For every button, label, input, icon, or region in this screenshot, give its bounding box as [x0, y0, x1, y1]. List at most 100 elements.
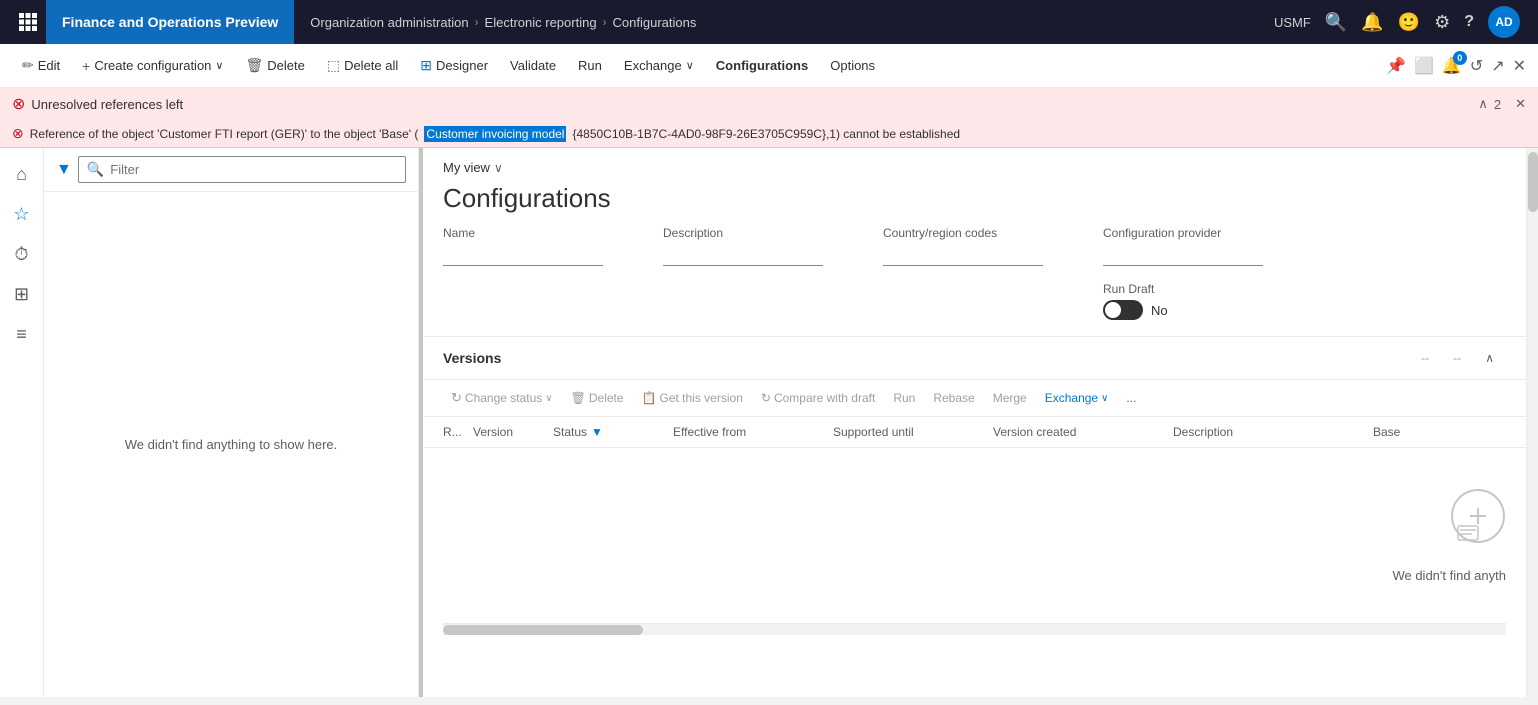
get-this-version-button[interactable]: 📋 Get this version	[634, 387, 751, 409]
view-selector[interactable]: My view ∨	[423, 148, 1526, 179]
versions-delete-button[interactable]: 🗑 Delete	[563, 387, 632, 409]
sidebar-favorite-icon[interactable]: ☆	[4, 196, 40, 232]
delete-all-button[interactable]: ⬚ Delete all	[317, 51, 408, 80]
designer-button[interactable]: ⊞ Designer	[410, 51, 498, 80]
help-icon[interactable]: ?	[1464, 13, 1474, 31]
error-highlight: Customer invoicing model	[424, 126, 566, 142]
create-chevron-icon: ∨	[215, 59, 223, 72]
col-header-description: Description	[1173, 425, 1373, 439]
left-panel-empty: We didn't find anything to show here.	[44, 192, 418, 697]
table-empty-state: We didn't find anyth	[423, 448, 1526, 623]
description-field: Description	[663, 226, 823, 320]
compare-icon: ↻	[761, 391, 771, 405]
close-panel-icon[interactable]: ✕	[1513, 56, 1526, 76]
bell-icon[interactable]: 🔔	[1361, 12, 1383, 33]
search-icon[interactable]: 🔍	[1325, 12, 1347, 33]
edit-button[interactable]: ✏ Edit	[12, 51, 70, 80]
config-provider-value[interactable]	[1103, 244, 1263, 266]
run-draft-container: Run Draft No	[1103, 282, 1263, 320]
waffle-menu-button[interactable]	[10, 0, 46, 44]
add-icon: +	[82, 58, 90, 74]
error-header-icon: ⊗	[12, 94, 25, 114]
versions-toolbar: ↻ Change status ∨ 🗑 Delete 📋 Get this ve…	[423, 380, 1526, 417]
filter-icon[interactable]: ▼	[56, 161, 72, 179]
col-header-version: Version	[473, 425, 553, 439]
search-input[interactable]	[110, 162, 397, 177]
config-provider-label: Configuration provider	[1103, 226, 1263, 240]
breadcrumb: Organization administration › Electronic…	[294, 15, 1274, 30]
settings-icon[interactable]: ⚙	[1434, 12, 1450, 33]
change-status-button[interactable]: ↻ Change status ∨	[443, 386, 561, 410]
country-region-label: Country/region codes	[883, 226, 1043, 240]
page-title: Configurations	[423, 179, 1526, 226]
error-collapse-button[interactable]: ∧	[1478, 96, 1488, 112]
toggle-no-label: No	[1151, 303, 1168, 318]
country-region-value[interactable]	[883, 244, 1043, 266]
versions-collapse-button[interactable]: ∧	[1477, 347, 1502, 369]
breadcrumb-org[interactable]: Organization administration	[310, 15, 468, 30]
col-header-created: Version created	[993, 425, 1173, 439]
versions-header-controls: -- -- ∧	[1413, 347, 1506, 369]
configurations-button[interactable]: Configurations	[706, 52, 818, 79]
expand-icon[interactable]: ⬜	[1414, 56, 1434, 76]
name-field: Name	[443, 226, 603, 320]
run-draft-label: Run Draft	[1103, 282, 1263, 296]
validate-button[interactable]: Validate	[500, 52, 566, 79]
compare-draft-button[interactable]: ↻ Compare with draft	[753, 387, 883, 409]
horizontal-scrollbar[interactable]	[443, 623, 1506, 635]
error-detail-suffix: {4850C10B-1B7C-4AD0-98F9-26E3705C959C},1…	[572, 127, 960, 141]
top-nav-bar: Finance and Operations Preview Organizat…	[0, 0, 1538, 44]
rebase-button[interactable]: Rebase	[925, 387, 982, 409]
versions-exchange-button[interactable]: Exchange ∨	[1037, 387, 1117, 409]
notification-count-icon[interactable]: 🔔 0	[1442, 55, 1462, 76]
exchange-button[interactable]: Exchange ∨	[614, 52, 704, 79]
form-area: Name Description Country/region codes Co…	[423, 226, 1526, 336]
sidebar-modules-icon[interactable]: ≡	[4, 316, 40, 352]
vertical-scrollbar[interactable]	[1526, 148, 1538, 697]
left-panel-toolbar: ▼ 🔍	[44, 148, 418, 192]
top-bar-right: USMF 🔍 🔔 🙂 ⚙ ? AD	[1274, 6, 1528, 38]
breadcrumb-sep-1: ›	[475, 15, 479, 29]
feedback-icon[interactable]: 🙂	[1398, 12, 1420, 33]
toggle-row: No	[1103, 300, 1263, 320]
col-header-r: R...	[443, 425, 473, 439]
breadcrumb-electronic[interactable]: Electronic reporting	[485, 15, 597, 30]
breadcrumb-configurations[interactable]: Configurations	[613, 15, 697, 30]
sidebar-home-icon[interactable]: ⌂	[4, 156, 40, 192]
error-banner-detail: ⊗ Reference of the object 'Customer FTI …	[0, 120, 1538, 147]
country-region-field: Country/region codes	[883, 226, 1043, 320]
error-banner-header: ⊗ Unresolved references left ∧ 2 ✕	[0, 88, 1538, 120]
get-version-icon: 📋	[642, 391, 657, 405]
error-close-button[interactable]: ✕	[1515, 96, 1526, 112]
open-new-icon[interactable]: ↗	[1491, 56, 1504, 76]
empty-text: We didn't find anyth	[1392, 568, 1506, 583]
horizontal-scroll-thumb[interactable]	[443, 625, 643, 635]
search-box[interactable]: 🔍	[78, 156, 406, 183]
create-configuration-button[interactable]: + Create configuration ∨	[72, 52, 233, 80]
error-header-text: Unresolved references left	[31, 97, 183, 112]
empty-icon	[1450, 488, 1506, 556]
versions-run-button[interactable]: Run	[885, 387, 923, 409]
versions-more-button[interactable]: ...	[1118, 387, 1144, 409]
refresh-icon[interactable]: ↺	[1470, 56, 1483, 76]
pin-icon[interactable]: 📌	[1386, 56, 1406, 76]
options-button[interactable]: Options	[820, 52, 885, 79]
run-draft-toggle[interactable]	[1103, 300, 1143, 320]
error-count: 2	[1494, 97, 1501, 112]
col-header-status: Status ▼	[553, 425, 673, 439]
merge-button[interactable]: Merge	[985, 387, 1035, 409]
vertical-scroll-thumb[interactable]	[1528, 152, 1538, 212]
name-value[interactable]	[443, 244, 603, 266]
exchange-chevron: ∨	[1101, 393, 1108, 404]
description-value[interactable]	[663, 244, 823, 266]
sidebar-recent-icon[interactable]: ⏱	[4, 236, 40, 272]
versions-delete-icon: 🗑	[571, 391, 586, 405]
config-provider-field: Configuration provider Run Draft No	[1103, 226, 1263, 320]
name-label: Name	[443, 226, 603, 240]
avatar[interactable]: AD	[1488, 6, 1520, 38]
run-button[interactable]: Run	[568, 52, 612, 79]
delete-button[interactable]: 🗑 Delete	[235, 51, 314, 80]
delete-icon: 🗑	[245, 57, 263, 74]
status-filter-icon[interactable]: ▼	[591, 425, 603, 439]
sidebar-workspaces-icon[interactable]: ⊞	[4, 276, 40, 312]
